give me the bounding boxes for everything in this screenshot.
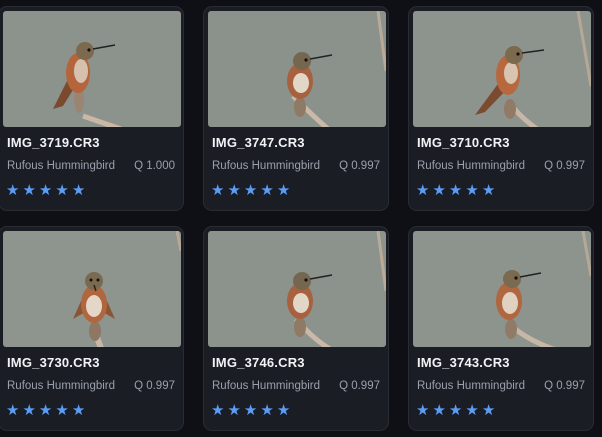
photo-thumbnail[interactable]: [413, 11, 591, 127]
star-icon[interactable]: ★: [465, 402, 478, 418]
star-icon[interactable]: ★: [6, 182, 19, 198]
hummingbird-photo-icon: [3, 231, 181, 347]
quality-score: Q 0.997: [134, 380, 175, 392]
star-icon[interactable]: ★: [244, 182, 257, 198]
hummingbird-photo-icon: [413, 231, 591, 347]
star-rating[interactable]: ★ ★ ★ ★ ★: [416, 182, 495, 198]
hummingbird-photo-icon: [3, 11, 181, 127]
photo-thumbnail[interactable]: [208, 11, 386, 127]
star-icon[interactable]: ★: [277, 182, 290, 198]
star-icon[interactable]: ★: [55, 402, 68, 418]
photo-filename: IMG_3719.CR3: [7, 135, 100, 150]
star-icon[interactable]: ★: [227, 402, 240, 418]
star-icon[interactable]: ★: [449, 402, 462, 418]
species-label: Rufous Hummingbird: [212, 160, 321, 172]
star-icon[interactable]: ★: [432, 182, 445, 198]
star-icon[interactable]: ★: [416, 182, 429, 198]
species-label: Rufous Hummingbird: [417, 380, 526, 392]
star-icon[interactable]: ★: [39, 182, 52, 198]
photo-card[interactable]: IMG_3719.CR3 Rufous Hummingbird Q 1.000 …: [0, 6, 184, 211]
photo-thumbnail[interactable]: [3, 231, 181, 347]
quality-score: Q 0.997: [544, 380, 585, 392]
star-icon[interactable]: ★: [22, 182, 35, 198]
species-label: Rufous Hummingbird: [212, 380, 321, 392]
star-icon[interactable]: ★: [55, 182, 68, 198]
photo-thumbnail[interactable]: [3, 11, 181, 127]
star-icon[interactable]: ★: [6, 402, 19, 418]
star-icon[interactable]: ★: [449, 182, 462, 198]
photo-card[interactable]: IMG_3743.CR3 Rufous Hummingbird Q 0.997 …: [408, 226, 594, 431]
photo-grid: IMG_3719.CR3 Rufous Hummingbird Q 1.000 …: [0, 0, 602, 437]
photo-thumbnail[interactable]: [208, 231, 386, 347]
star-icon[interactable]: ★: [465, 182, 478, 198]
star-rating[interactable]: ★ ★ ★ ★ ★: [416, 402, 495, 418]
photo-filename: IMG_3710.CR3: [417, 135, 510, 150]
quality-score: Q 0.997: [544, 160, 585, 172]
hummingbird-photo-icon: [413, 11, 591, 127]
star-rating[interactable]: ★ ★ ★ ★ ★: [211, 402, 290, 418]
star-icon[interactable]: ★: [260, 182, 273, 198]
star-icon[interactable]: ★: [482, 402, 495, 418]
photo-card[interactable]: IMG_3747.CR3 Rufous Hummingbird Q 0.997 …: [203, 6, 389, 211]
species-label: Rufous Hummingbird: [7, 160, 116, 172]
star-icon[interactable]: ★: [277, 402, 290, 418]
photo-filename: IMG_3747.CR3: [212, 135, 305, 150]
star-icon[interactable]: ★: [72, 402, 85, 418]
photo-card[interactable]: IMG_3730.CR3 Rufous Hummingbird Q 0.997 …: [0, 226, 184, 431]
photo-card[interactable]: IMG_3746.CR3 Rufous Hummingbird Q 0.997 …: [203, 226, 389, 431]
star-icon[interactable]: ★: [72, 182, 85, 198]
star-icon[interactable]: ★: [39, 402, 52, 418]
species-label: Rufous Hummingbird: [7, 380, 116, 392]
hummingbird-photo-icon: [208, 231, 386, 347]
photo-filename: IMG_3746.CR3: [212, 355, 305, 370]
star-icon[interactable]: ★: [432, 402, 445, 418]
quality-score: Q 0.997: [339, 380, 380, 392]
star-icon[interactable]: ★: [22, 402, 35, 418]
quality-score: Q 0.997: [339, 160, 380, 172]
quality-score: Q 1.000: [134, 160, 175, 172]
star-icon[interactable]: ★: [244, 402, 257, 418]
photo-filename: IMG_3743.CR3: [417, 355, 510, 370]
star-icon[interactable]: ★: [211, 182, 224, 198]
photo-card[interactable]: IMG_3710.CR3 Rufous Hummingbird Q 0.997 …: [408, 6, 594, 211]
photo-thumbnail[interactable]: [413, 231, 591, 347]
species-label: Rufous Hummingbird: [417, 160, 526, 172]
star-icon[interactable]: ★: [227, 182, 240, 198]
hummingbird-photo-icon: [208, 11, 386, 127]
star-rating[interactable]: ★ ★ ★ ★ ★: [211, 182, 290, 198]
star-rating[interactable]: ★ ★ ★ ★ ★: [6, 182, 85, 198]
star-rating[interactable]: ★ ★ ★ ★ ★: [6, 402, 85, 418]
star-icon[interactable]: ★: [260, 402, 273, 418]
star-icon[interactable]: ★: [482, 182, 495, 198]
star-icon[interactable]: ★: [211, 402, 224, 418]
photo-filename: IMG_3730.CR3: [7, 355, 100, 370]
star-icon[interactable]: ★: [416, 402, 429, 418]
